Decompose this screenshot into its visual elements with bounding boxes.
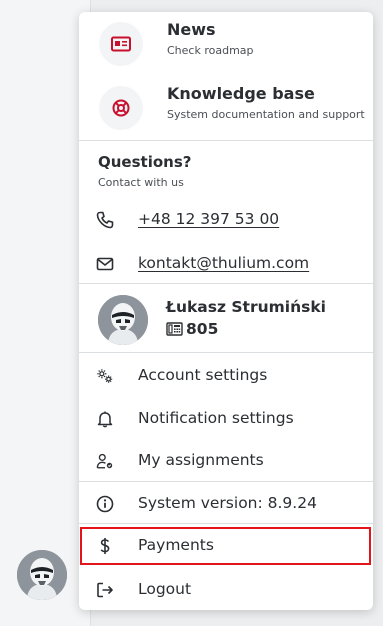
account-settings-item[interactable]: Account settings [79,359,373,393]
news-icon-circle [99,22,143,66]
extension-number: 805 [186,320,219,338]
questions-subtitle: Contact with us [98,176,184,189]
phone-icon [96,211,114,229]
news-item[interactable]: News Check roadmap [99,20,369,68]
envelope-icon [96,257,114,271]
divider [79,352,373,353]
knowledge-base-item[interactable]: Knowledge base System documentation and … [99,84,369,132]
stormtrooper-avatar-image [17,550,67,600]
info-icon [96,495,114,513]
divider [79,523,373,524]
knowledge-base-subtitle: System documentation and support [167,108,365,121]
phone-link[interactable]: +48 12 397 53 00 [138,210,279,228]
phone-row: +48 12 397 53 00 [79,203,373,237]
avatar [98,295,148,345]
my-assignments-label: My assignments [138,451,264,469]
system-version-item[interactable]: System version: 8.9.24 [79,487,373,521]
user-assignments-icon [96,453,113,469]
payments-highlight-frame [80,527,371,565]
email-row: kontakt@thulium.com [79,247,373,281]
user-dropdown-menu: News Check roadmap Knowledge base System… [79,12,373,610]
user-name: Łukasz Strumiński [166,298,326,316]
logout-icon [97,582,113,598]
notification-settings-item[interactable]: Notification settings [79,402,373,436]
system-version-label: System version: 8.9.24 [138,494,317,512]
rail-user-avatar[interactable] [17,550,67,600]
logout-item[interactable]: Logout [79,573,373,607]
desk-phone-icon [166,322,183,336]
news-title: News [167,20,216,39]
news-card-icon [111,36,131,52]
divider [79,481,373,482]
sidebar-rail [0,0,91,626]
account-settings-label: Account settings [138,366,268,384]
stormtrooper-avatar-image [98,295,148,345]
gears-icon [97,369,113,383]
divider [79,140,373,141]
user-extension: 805 [166,320,218,338]
bell-icon [97,411,113,428]
divider [79,283,373,284]
knowledge-base-title: Knowledge base [167,84,315,103]
email-link[interactable]: kontakt@thulium.com [138,254,309,272]
lifebuoy-icon [112,99,130,117]
news-subtitle: Check roadmap [167,44,254,57]
logout-label: Logout [138,580,192,598]
questions-heading: Questions? [98,153,192,171]
user-profile: Łukasz Strumiński 805 [98,295,368,347]
knowledge-base-icon-circle [99,86,143,130]
my-assignments-item[interactable]: My assignments [79,444,373,478]
notification-settings-label: Notification settings [138,409,294,427]
